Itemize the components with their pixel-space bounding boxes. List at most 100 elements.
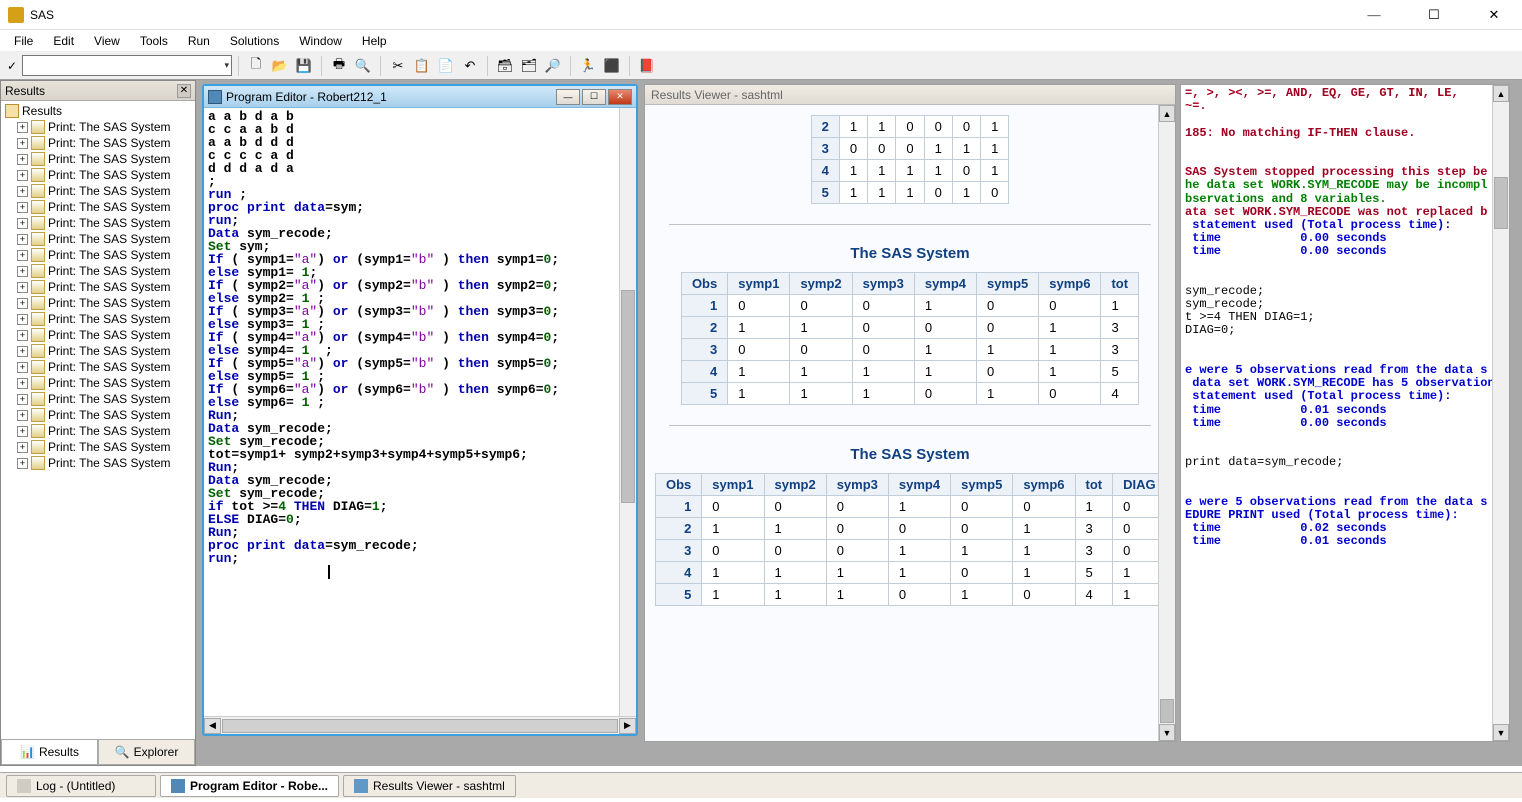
tree-item[interactable]: +Print: The SAS System: [1, 183, 195, 199]
menu-run[interactable]: Run: [178, 31, 220, 51]
viewer-header[interactable]: Results Viewer - sashtml: [645, 85, 1175, 105]
editor-maximize-icon[interactable]: ☐: [582, 89, 606, 105]
menu-view[interactable]: View: [84, 31, 130, 51]
save-icon[interactable]: 💾: [293, 55, 315, 77]
expand-icon[interactable]: +: [17, 298, 28, 309]
tree-item[interactable]: +Print: The SAS System: [1, 455, 195, 471]
editor-vscroll[interactable]: [619, 108, 636, 716]
tree-root[interactable]: Results: [1, 103, 195, 119]
expand-icon[interactable]: +: [17, 314, 28, 325]
tree-item[interactable]: +Print: The SAS System: [1, 359, 195, 375]
explorer-icon[interactable]: 🗂: [518, 55, 540, 77]
tree-item[interactable]: +Print: The SAS System: [1, 215, 195, 231]
expand-icon[interactable]: +: [17, 154, 28, 165]
close-button[interactable]: ✕: [1474, 7, 1514, 23]
tree-item[interactable]: +Print: The SAS System: [1, 135, 195, 151]
expand-icon[interactable]: +: [17, 138, 28, 149]
log-body[interactable]: =, >, ><, >=, AND, EQ, GE, GT, IN, LE,~=…: [1181, 85, 1509, 741]
tree-item[interactable]: +Print: The SAS System: [1, 343, 195, 359]
tree-item[interactable]: +Print: The SAS System: [1, 327, 195, 343]
minimize-button[interactable]: —: [1354, 7, 1394, 23]
tree-item[interactable]: +Print: The SAS System: [1, 199, 195, 215]
editor-header[interactable]: Program Editor - Robert212_1 — ☐ ✕: [204, 86, 636, 108]
stop-icon[interactable]: ⬛: [601, 55, 623, 77]
menu-edit[interactable]: Edit: [43, 31, 84, 51]
tab-results[interactable]: 📊Results: [1, 740, 98, 765]
mdi-tab-log[interactable]: Log - (Untitled): [6, 775, 156, 797]
expand-icon[interactable]: +: [17, 250, 28, 261]
tree-item[interactable]: +Print: The SAS System: [1, 391, 195, 407]
editor-minimize-icon[interactable]: —: [556, 89, 580, 105]
data-cell: 1: [702, 584, 764, 606]
expand-icon[interactable]: +: [17, 442, 28, 453]
scroll-right-icon[interactable]: ▶: [619, 718, 636, 734]
editor-body[interactable]: a a b d a bc c a a b da a b d d dc c c c…: [204, 108, 636, 716]
scroll-up-icon[interactable]: ▲: [1159, 105, 1175, 122]
tree-item[interactable]: +Print: The SAS System: [1, 119, 195, 135]
tree-item[interactable]: +Print: The SAS System: [1, 295, 195, 311]
expand-icon[interactable]: +: [17, 394, 28, 405]
copy-icon[interactable]: 📋: [411, 55, 433, 77]
tree-item[interactable]: +Print: The SAS System: [1, 279, 195, 295]
menu-solutions[interactable]: Solutions: [220, 31, 289, 51]
undo-icon[interactable]: ↶: [459, 55, 481, 77]
preview-icon[interactable]: 🔍: [352, 55, 374, 77]
run-icon[interactable]: 🏃: [577, 55, 599, 77]
expand-icon[interactable]: +: [17, 234, 28, 245]
tree-item[interactable]: +Print: The SAS System: [1, 247, 195, 263]
tree-item[interactable]: +Print: The SAS System: [1, 407, 195, 423]
open-icon[interactable]: 📂: [269, 55, 291, 77]
editor-close-icon[interactable]: ✕: [608, 89, 632, 105]
expand-icon[interactable]: +: [17, 426, 28, 437]
scroll-down-icon[interactable]: ▼: [1493, 724, 1509, 741]
library-icon[interactable]: 🗃: [494, 55, 516, 77]
expand-icon[interactable]: +: [17, 282, 28, 293]
expand-icon[interactable]: +: [17, 410, 28, 421]
scroll-up-icon[interactable]: ▲: [1493, 85, 1509, 102]
menu-tools[interactable]: Tools: [130, 31, 178, 51]
tree-item[interactable]: +Print: The SAS System: [1, 263, 195, 279]
expand-icon[interactable]: +: [17, 122, 28, 133]
expand-icon[interactable]: +: [17, 186, 28, 197]
tree-item[interactable]: +Print: The SAS System: [1, 439, 195, 455]
editor-hscroll[interactable]: ◀ ▶: [204, 716, 636, 734]
confirm-icon[interactable]: ✓: [4, 58, 20, 74]
scroll-down-icon[interactable]: ▼: [1159, 724, 1175, 741]
results-tree[interactable]: Results +Print: The SAS System+Print: Th…: [1, 101, 195, 739]
expand-icon[interactable]: +: [17, 218, 28, 229]
tree-item[interactable]: +Print: The SAS System: [1, 311, 195, 327]
viewer-body[interactable]: 2110001300011141111015111010The SAS Syst…: [645, 105, 1175, 741]
paste-icon[interactable]: 📄: [435, 55, 457, 77]
find-icon[interactable]: 🔎: [542, 55, 564, 77]
mdi-tab-viewer[interactable]: Results Viewer - sashtml: [343, 775, 516, 797]
maximize-button[interactable]: ☐: [1414, 7, 1454, 23]
expand-icon[interactable]: +: [17, 458, 28, 469]
menu-file[interactable]: File: [4, 31, 43, 51]
tree-item[interactable]: +Print: The SAS System: [1, 423, 195, 439]
viewer-vscroll[interactable]: ▲ ▼: [1158, 105, 1175, 741]
expand-icon[interactable]: +: [17, 362, 28, 373]
data-cell: 0: [790, 295, 852, 317]
cut-icon[interactable]: ✂: [387, 55, 409, 77]
menu-help[interactable]: Help: [352, 31, 397, 51]
expand-icon[interactable]: +: [17, 266, 28, 277]
log-vscroll[interactable]: ▲ ▼: [1492, 85, 1509, 741]
tree-item[interactable]: +Print: The SAS System: [1, 167, 195, 183]
expand-icon[interactable]: +: [17, 202, 28, 213]
menu-window[interactable]: Window: [289, 31, 352, 51]
expand-icon[interactable]: +: [17, 378, 28, 389]
tree-item[interactable]: +Print: The SAS System: [1, 231, 195, 247]
help-icon[interactable]: 📕: [636, 55, 658, 77]
command-combo[interactable]: [22, 55, 232, 76]
results-panel-close-icon[interactable]: ✕: [177, 84, 191, 98]
mdi-tab-editor[interactable]: Program Editor - Robe...: [160, 775, 339, 797]
tree-item[interactable]: +Print: The SAS System: [1, 151, 195, 167]
print-icon[interactable]: 🖶: [328, 55, 350, 77]
scroll-left-icon[interactable]: ◀: [204, 718, 221, 734]
tab-explorer[interactable]: 🔍Explorer: [98, 740, 195, 765]
expand-icon[interactable]: +: [17, 170, 28, 181]
tree-item[interactable]: +Print: The SAS System: [1, 375, 195, 391]
expand-icon[interactable]: +: [17, 346, 28, 357]
new-icon[interactable]: 🗋: [245, 55, 267, 77]
expand-icon[interactable]: +: [17, 330, 28, 341]
